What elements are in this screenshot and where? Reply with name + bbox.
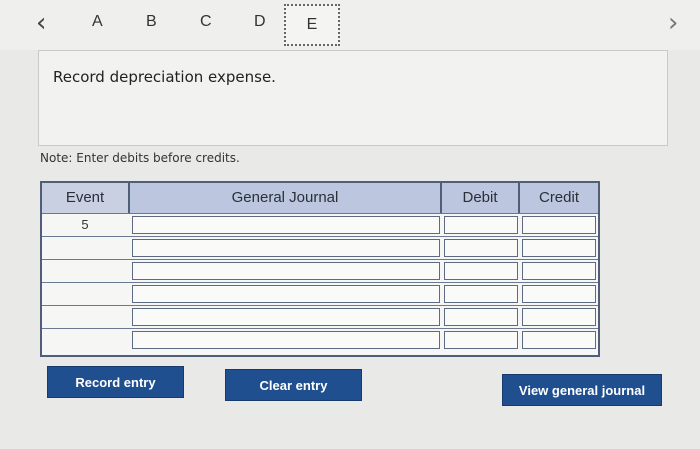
table-row <box>42 282 598 305</box>
credit-input[interactable] <box>522 262 596 280</box>
column-header-debit: Debit <box>442 183 520 213</box>
table-row <box>42 259 598 282</box>
table-row <box>42 236 598 259</box>
record-entry-button[interactable]: Record entry <box>47 366 184 398</box>
debit-input[interactable] <box>444 308 518 326</box>
tab-c[interactable]: C <box>200 13 212 31</box>
event-cell <box>44 262 126 280</box>
event-cell <box>44 331 126 349</box>
debit-input[interactable] <box>444 239 518 257</box>
credit-input[interactable] <box>522 285 596 303</box>
account-input[interactable] <box>132 308 440 326</box>
column-header-general-journal: General Journal <box>130 183 442 213</box>
journal-entry-table: Event General Journal Debit Credit 5 <box>40 181 600 357</box>
chevron-right-icon[interactable]: › <box>668 8 678 38</box>
credit-input[interactable] <box>522 308 596 326</box>
tab-navigation-bar: ‹ A B C D E › <box>0 0 700 50</box>
column-header-credit: Credit <box>520 183 598 213</box>
table-row <box>42 328 598 351</box>
event-cell <box>44 239 126 257</box>
view-general-journal-button[interactable]: View general journal <box>502 374 662 406</box>
table-row: 5 <box>42 213 598 236</box>
debit-input[interactable] <box>444 331 518 349</box>
debit-input[interactable] <box>444 262 518 280</box>
credit-input[interactable] <box>522 239 596 257</box>
account-input[interactable] <box>132 239 440 257</box>
instruction-text: Record depreciation expense. <box>53 68 276 86</box>
account-input[interactable] <box>132 262 440 280</box>
instruction-panel: Record depreciation expense. <box>38 50 668 146</box>
debit-input[interactable] <box>444 285 518 303</box>
event-cell: 5 <box>81 217 89 232</box>
clear-entry-button[interactable]: Clear entry <box>225 369 362 401</box>
account-input[interactable] <box>132 216 440 234</box>
note-text: Note: Enter debits before credits. <box>40 151 240 165</box>
tab-d[interactable]: D <box>254 13 266 31</box>
debit-input[interactable] <box>444 216 518 234</box>
account-input[interactable] <box>132 285 440 303</box>
tab-e[interactable]: E <box>284 4 340 46</box>
event-cell <box>44 308 126 326</box>
account-input[interactable] <box>132 331 440 349</box>
event-cell <box>44 285 126 303</box>
column-header-event: Event <box>42 183 130 213</box>
chevron-left-icon[interactable]: ‹ <box>36 8 46 38</box>
tab-a[interactable]: A <box>92 13 103 31</box>
tab-b[interactable]: B <box>146 13 157 31</box>
credit-input[interactable] <box>522 216 596 234</box>
table-row <box>42 305 598 328</box>
credit-input[interactable] <box>522 331 596 349</box>
